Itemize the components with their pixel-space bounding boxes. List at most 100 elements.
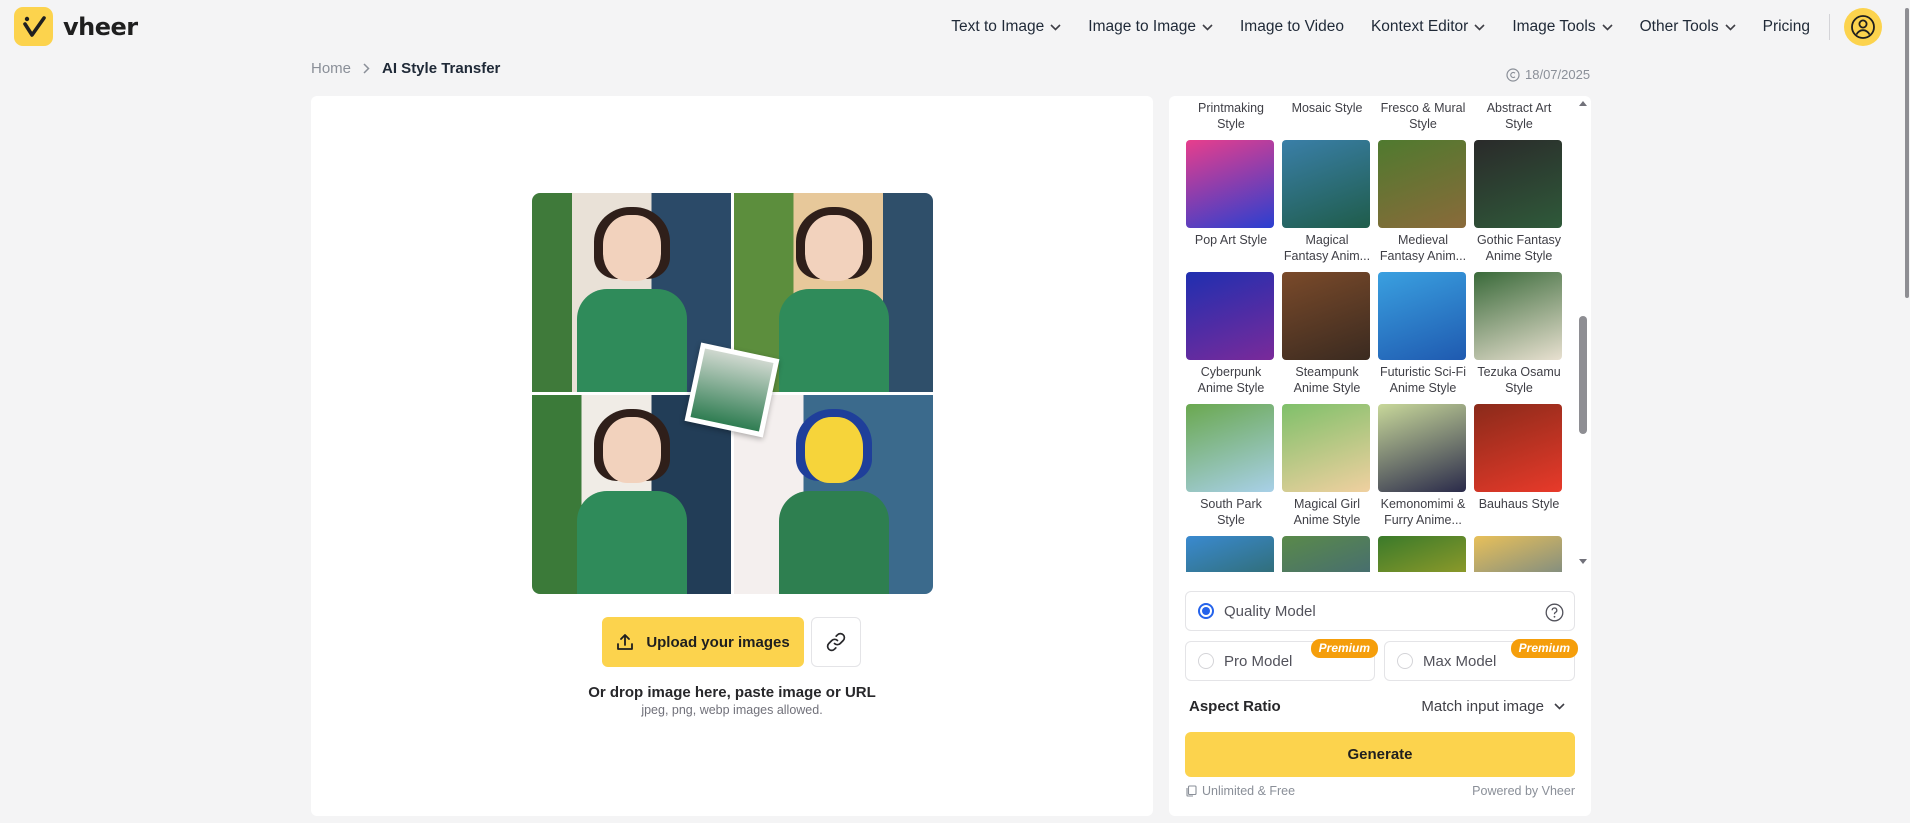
style-thumbnail bbox=[1282, 272, 1370, 360]
breadcrumb-current: AI Style Transfer bbox=[382, 60, 501, 77]
style-thumbnail bbox=[1282, 536, 1370, 572]
style-label: Cyberpunk Anime Style bbox=[1197, 365, 1265, 395]
nav-image-to-image[interactable]: Image to Image bbox=[1088, 18, 1213, 36]
style-label: Magical Girl Anime Style bbox=[1293, 497, 1361, 527]
style-option[interactable]: Steampunk Anime Style bbox=[1282, 272, 1372, 396]
figure-head bbox=[804, 215, 863, 281]
quality-model-option[interactable]: Quality Model bbox=[1185, 591, 1575, 631]
nav-label: Other Tools bbox=[1639, 18, 1719, 35]
aspect-ratio-select[interactable]: Match input image bbox=[1421, 698, 1565, 715]
style-label: Gothic Fantasy Anime Style bbox=[1476, 233, 1562, 263]
scroll-up-arrow-icon[interactable] bbox=[1578, 100, 1588, 107]
breadcrumb-home-link[interactable]: Home bbox=[311, 60, 351, 77]
style-option[interactable]: South Park Style bbox=[1186, 404, 1276, 528]
style-label: Magical Fantasy Anim... bbox=[1283, 233, 1371, 263]
nav-label: Kontext Editor bbox=[1370, 18, 1469, 35]
help-icon[interactable] bbox=[1545, 603, 1564, 622]
chevron-down-icon bbox=[1202, 23, 1213, 31]
upload-panel: Upload your images Or drop image here, p… bbox=[311, 96, 1153, 816]
nav-other-tools[interactable]: Other Tools bbox=[1640, 18, 1736, 36]
style-thumbnail bbox=[1378, 404, 1466, 492]
style-option[interactable]: Cyberpunk Anime Style bbox=[1186, 272, 1276, 396]
link-icon bbox=[826, 632, 846, 652]
max-model-radio[interactable] bbox=[1397, 653, 1413, 669]
quality-model-radio[interactable] bbox=[1198, 603, 1214, 619]
figure-head bbox=[602, 215, 661, 281]
style-option[interactable] bbox=[1186, 536, 1276, 572]
upload-images-button[interactable]: Upload your images bbox=[602, 617, 804, 667]
nav-label: Text to Image bbox=[951, 18, 1045, 35]
nav-kontext-editor[interactable]: Kontext Editor bbox=[1371, 18, 1485, 36]
style-option[interactable] bbox=[1282, 536, 1372, 572]
style-thumbnail bbox=[1186, 536, 1274, 572]
figure-dress bbox=[778, 289, 889, 392]
paste-url-button[interactable] bbox=[811, 617, 861, 667]
style-label: Bauhaus Style bbox=[1478, 497, 1560, 511]
quality-model-label: Quality Model bbox=[1224, 602, 1316, 620]
chevron-right-icon bbox=[363, 63, 370, 74]
aspect-ratio-label: Aspect Ratio bbox=[1189, 698, 1281, 715]
usage-note-text: Unlimited & Free bbox=[1202, 784, 1296, 798]
nav-image-tools[interactable]: Image Tools bbox=[1512, 18, 1613, 36]
style-option[interactable] bbox=[1474, 536, 1564, 572]
style-option[interactable]: Abstract Art Style bbox=[1474, 96, 1564, 132]
style-option[interactable]: Medieval Fantasy Anim... bbox=[1378, 140, 1468, 264]
style-label: Futuristic Sci-Fi Anime Style bbox=[1379, 365, 1467, 395]
figure-head bbox=[602, 417, 661, 483]
style-option[interactable]: Magical Fantasy Anim... bbox=[1282, 140, 1372, 264]
chevron-down-icon bbox=[1474, 23, 1485, 31]
scroll-down-arrow-icon[interactable] bbox=[1578, 558, 1588, 565]
style-thumbnail bbox=[1474, 272, 1562, 360]
nav-text-to-image[interactable]: Text to Image bbox=[951, 18, 1061, 36]
top-navbar: vheer Text to Image Image to Image Image… bbox=[0, 0, 1910, 54]
style-option[interactable]: Pop Art Style bbox=[1186, 140, 1276, 248]
nav-label: Image Tools bbox=[1512, 18, 1596, 35]
style-scrollbar-thumb[interactable] bbox=[1579, 316, 1587, 434]
pro-model-option[interactable]: Pro Model Premium bbox=[1185, 639, 1378, 681]
max-model-option[interactable]: Max Model Premium bbox=[1384, 639, 1578, 681]
nav-image-to-video[interactable]: Image to Video bbox=[1240, 18, 1344, 36]
date-text: 18/07/2025 bbox=[1525, 67, 1591, 82]
style-thumbnail bbox=[1186, 404, 1274, 492]
pro-model-radio[interactable] bbox=[1198, 653, 1214, 669]
style-option[interactable]: Gothic Fantasy Anime Style bbox=[1474, 140, 1564, 264]
thumbnail-image bbox=[690, 348, 774, 432]
premium-badge: Premium bbox=[1510, 639, 1578, 658]
drop-zone-instructions: Or drop image here, paste image or URL bbox=[588, 684, 876, 701]
settings-panel: Printmaking Style Mosaic Style Fresco & Mu… bbox=[1169, 96, 1591, 816]
style-option[interactable]: Printmaking Style bbox=[1186, 96, 1276, 132]
powered-by: Powered by Vheer bbox=[1472, 784, 1575, 798]
chevron-down-icon bbox=[1725, 23, 1736, 31]
nav-pricing[interactable]: Pricing bbox=[1763, 18, 1810, 36]
style-thumbnail bbox=[1282, 140, 1370, 228]
style-option[interactable]: Kemonomimi & Furry Anime... bbox=[1378, 404, 1468, 528]
style-thumbnail bbox=[1186, 272, 1274, 360]
user-avatar-button[interactable] bbox=[1844, 8, 1882, 46]
pro-model-label: Pro Model bbox=[1224, 652, 1293, 670]
style-option[interactable]: Tezuka Osamu Style bbox=[1474, 272, 1564, 396]
brand-logo[interactable]: vheer bbox=[14, 7, 138, 46]
chevron-down-icon bbox=[1602, 23, 1613, 31]
style-option[interactable]: Bauhaus Style bbox=[1474, 404, 1564, 512]
style-option[interactable]: Mosaic Style bbox=[1282, 96, 1372, 116]
style-label: Mosaic Style bbox=[1291, 101, 1363, 115]
generate-button[interactable]: Generate bbox=[1185, 732, 1575, 777]
style-thumbnail bbox=[1282, 404, 1370, 492]
style-label: Steampunk Anime Style bbox=[1293, 365, 1361, 395]
nav-label: Image to Image bbox=[1088, 18, 1196, 35]
style-option[interactable]: Futuristic Sci-Fi Anime Style bbox=[1378, 272, 1468, 396]
style-thumbnail bbox=[1186, 140, 1274, 228]
breadcrumb: Home AI Style Transfer bbox=[311, 60, 500, 77]
aspect-ratio-value: Match input image bbox=[1421, 698, 1544, 715]
chevron-down-icon bbox=[1554, 703, 1565, 710]
collage-pixel-cell bbox=[532, 395, 731, 594]
style-option[interactable]: Fresco & Mural Style bbox=[1378, 96, 1468, 132]
nav-divider bbox=[1829, 14, 1830, 40]
source-photo-thumbnail bbox=[684, 342, 780, 438]
page-scrollbar-thumb[interactable] bbox=[1905, 8, 1909, 298]
upload-icon bbox=[617, 634, 634, 650]
style-thumbnail bbox=[1378, 272, 1466, 360]
style-option[interactable] bbox=[1378, 536, 1468, 572]
style-option[interactable]: Magical Girl Anime Style bbox=[1282, 404, 1372, 528]
logo-icon bbox=[14, 7, 53, 46]
